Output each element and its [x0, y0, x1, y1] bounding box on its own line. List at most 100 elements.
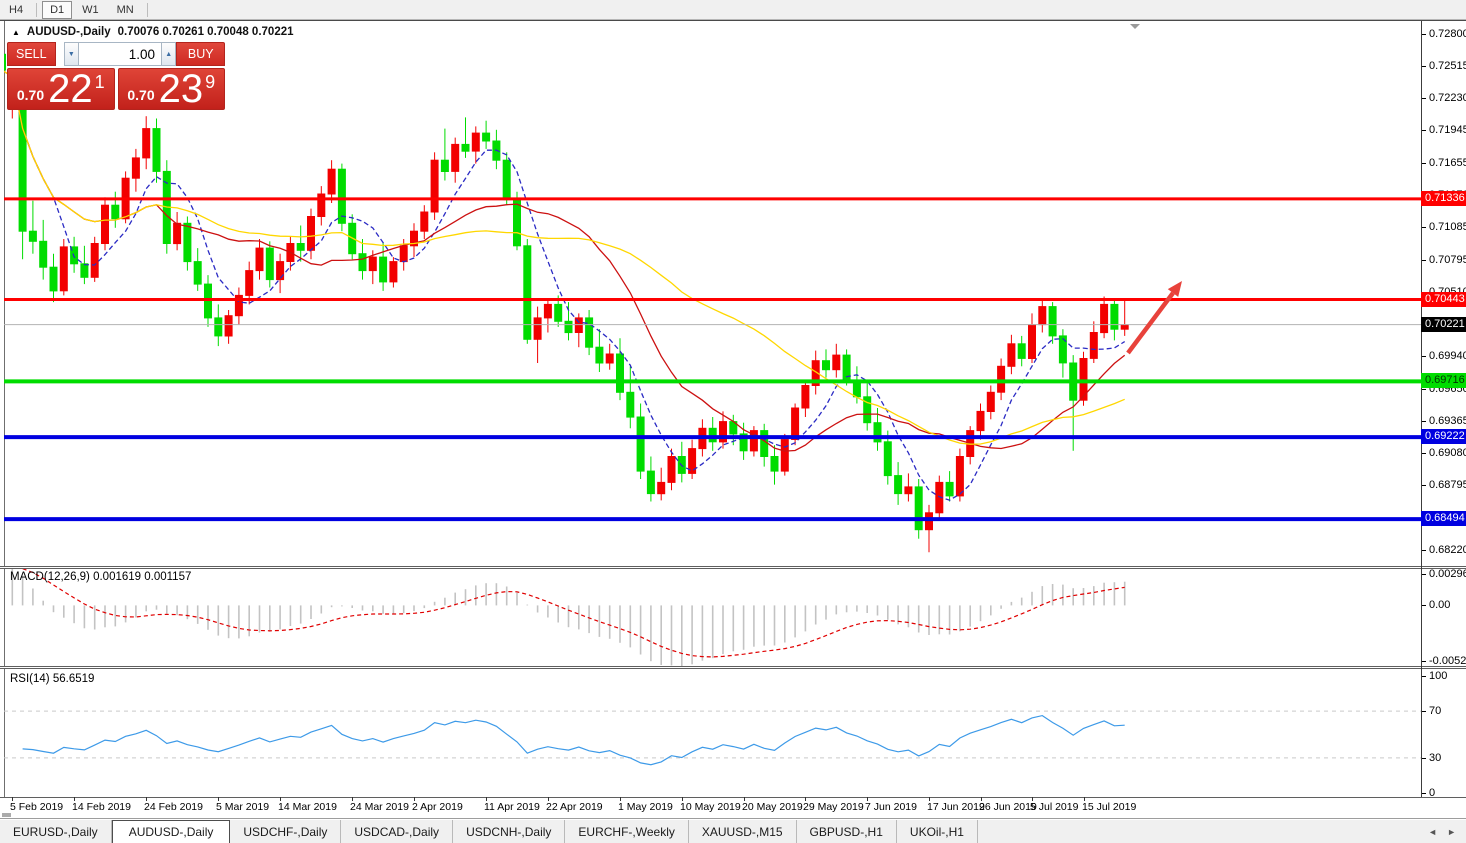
date-tick-label: 24 Feb 2019 — [144, 801, 203, 813]
rsi-line — [23, 716, 1125, 765]
rsi-name: RSI(14) — [10, 673, 50, 685]
date-tick-label: 5 Mar 2019 — [216, 801, 269, 813]
rsi-value: 56.6519 — [53, 673, 95, 685]
buy-price-prefix: 0.70 — [127, 87, 154, 103]
chart-ohlc-values: 0.70076 0.70261 0.70048 0.70221 — [118, 26, 294, 38]
macd-axis-tick: 0.00 — [1422, 598, 1450, 612]
rsi-axis-tick: 70 — [1422, 704, 1441, 718]
tabbar-separator — [0, 818, 1466, 819]
price-tick: 0.71945 — [1422, 123, 1466, 137]
timeframe-button-mn[interactable]: MN — [109, 1, 142, 19]
tab-scroll-arrows: ◄ ► — [1428, 820, 1466, 843]
macd-indicator-canvas — [4, 569, 1422, 666]
timeframe-button-w1[interactable]: W1 — [74, 1, 107, 19]
tab-scroll-right-icon[interactable]: ► — [1447, 827, 1456, 837]
tab-eurusd-daily[interactable]: EURUSD-,Daily — [0, 820, 112, 843]
timeframe-button-h4[interactable]: H4 — [1, 1, 31, 19]
buy-price-button[interactable]: 0.70 23 9 — [118, 68, 226, 110]
trade-prices-row: 0.70 22 1 0.70 23 9 — [7, 68, 225, 110]
price-tick: 0.70795 — [1422, 253, 1466, 267]
date-tick-label: 24 Mar 2019 — [350, 801, 409, 813]
rsi-indicator-canvas — [4, 669, 1422, 797]
date-tick-label: 14 Mar 2019 — [278, 801, 337, 813]
macd-values: 0.001619 0.001157 — [93, 571, 191, 583]
trade-controls-row: SELL ▼ ▲ BUY — [7, 42, 225, 66]
sell-button[interactable]: SELL — [7, 42, 56, 66]
price-tick: 0.69365 — [1422, 414, 1466, 428]
tab-eurchf-weekly[interactable]: EURCHF-,Weekly — [565, 820, 688, 843]
tab-xauusd-m15[interactable]: XAUUSD-,M15 — [689, 820, 797, 843]
price-tick: 0.69940 — [1422, 349, 1466, 363]
buy-price-pips: 23 — [159, 69, 204, 109]
trading-platform-window: H4 D1 W1 MN ▲ AUDUSD-,Daily 0.70076 0.70… — [0, 0, 1466, 843]
date-tick-label: 15 Jul 2019 — [1082, 801, 1136, 813]
date-tick-label: 17 Jun 2019 — [927, 801, 985, 813]
chart-title: ▲ AUDUSD-,Daily 0.70076 0.70261 0.70048 … — [12, 26, 294, 38]
price-tick: 0.68220 — [1422, 543, 1466, 557]
price-tick: 0.68795 — [1422, 478, 1466, 492]
tab-usdcad-daily[interactable]: USDCAD-,Daily — [341, 820, 453, 843]
trend-arrow-annotation[interactable] — [1128, 281, 1182, 353]
tab-usdcnh-daily[interactable]: USDCNH-,Daily — [453, 820, 565, 843]
hline-price-label: 0.70443 — [1421, 292, 1466, 307]
scroll-to-end-icon — [1130, 24, 1140, 29]
macd-axis-tick: -0.005255 — [1422, 654, 1466, 668]
date-tick-label: 11 Apr 2019 — [484, 801, 540, 813]
date-tick-label: 5 Feb 2019 — [10, 801, 63, 813]
volume-increment-button[interactable]: ▲ — [161, 42, 176, 66]
horizontal-lines-layer — [4, 199, 1421, 519]
tab-usdchf-daily[interactable]: USDCHF-,Daily — [230, 820, 341, 843]
date-tick-label: 7 Jun 2019 — [865, 801, 917, 813]
volume-input[interactable] — [79, 42, 161, 66]
date-tick-label: 10 May 2019 — [680, 801, 741, 813]
toolbar-separator — [36, 3, 37, 17]
price-tick: 0.69080 — [1422, 446, 1466, 460]
symbol-tabbar: EURUSD-,Daily AUDUSD-,Daily USDCHF-,Dail… — [0, 820, 1466, 843]
collapse-quotes-icon[interactable]: ▲ — [12, 28, 20, 37]
rsi-label: RSI(14) 56.6519 — [10, 673, 94, 685]
date-tick-label: 5 Jul 2019 — [1030, 801, 1078, 813]
price-tick: 0.71655 — [1422, 156, 1466, 170]
date-tick-label: 22 Apr 2019 — [546, 801, 603, 813]
tab-scroll-left-icon[interactable]: ◄ — [1428, 827, 1437, 837]
price-tick: 0.72800 — [1422, 27, 1466, 41]
horizontal-scrollbar-thumb[interactable] — [2, 813, 11, 817]
price-tick: 0.72230 — [1422, 91, 1466, 105]
rsi-axis-tick: 100 — [1422, 669, 1447, 683]
sell-price-prefix: 0.70 — [17, 87, 44, 103]
toolbar-separator — [147, 3, 148, 17]
hline-price-label: 0.69222 — [1421, 429, 1466, 444]
macd-axis-tick: 0.002962 — [1422, 567, 1466, 581]
chart-symbol-label: AUDUSD-,Daily — [27, 26, 111, 38]
sell-price-button[interactable]: 0.70 22 1 — [7, 68, 115, 110]
macd-name: MACD(12,26,9) — [10, 571, 90, 583]
date-tick-label: 2 Apr 2019 — [412, 801, 463, 813]
rsi-axis-tick: 30 — [1422, 751, 1441, 765]
macd-label: MACD(12,26,9) 0.001619 0.001157 — [10, 571, 191, 583]
price-tick: 0.71085 — [1422, 220, 1466, 234]
date-tick-label: 14 Feb 2019 — [72, 801, 131, 813]
hline-price-label: 0.69716 — [1421, 373, 1466, 388]
price-tick: 0.72515 — [1422, 59, 1466, 73]
tab-ukoil-h1[interactable]: UKOil-,H1 — [897, 820, 978, 843]
sell-price-point: 1 — [95, 72, 105, 93]
hline-price-label: 0.68494 — [1421, 511, 1466, 526]
buy-price-point: 9 — [205, 72, 215, 93]
timeframe-button-d1[interactable]: D1 — [42, 1, 72, 19]
date-tick-label: 1 May 2019 — [618, 801, 673, 813]
tab-gbpusd-h1[interactable]: GBPUSD-,H1 — [797, 820, 897, 843]
hline-price-label: 0.71336 — [1421, 191, 1466, 206]
current-price-label: 0.70221 — [1421, 317, 1466, 332]
volume-decrement-button[interactable]: ▼ — [64, 42, 79, 66]
sell-price-pips: 22 — [48, 69, 93, 109]
panel-separator — [0, 797, 1466, 798]
tab-audusd-daily[interactable]: AUDUSD-,Daily — [112, 820, 231, 843]
macd-histogram — [4, 569, 1125, 666]
date-tick-label: 29 May 2019 — [803, 801, 864, 813]
rsi-axis-tick: 0 — [1422, 786, 1435, 800]
buy-button[interactable]: BUY — [176, 42, 225, 66]
date-tick-label: 20 May 2019 — [742, 801, 803, 813]
date-tick-label: 26 Jun 2019 — [979, 801, 1037, 813]
one-click-trading-panel: SELL ▼ ▲ BUY 0.70 22 1 0.70 23 9 — [7, 42, 225, 110]
timeframe-toolbar: H4 D1 W1 MN — [0, 0, 1466, 20]
